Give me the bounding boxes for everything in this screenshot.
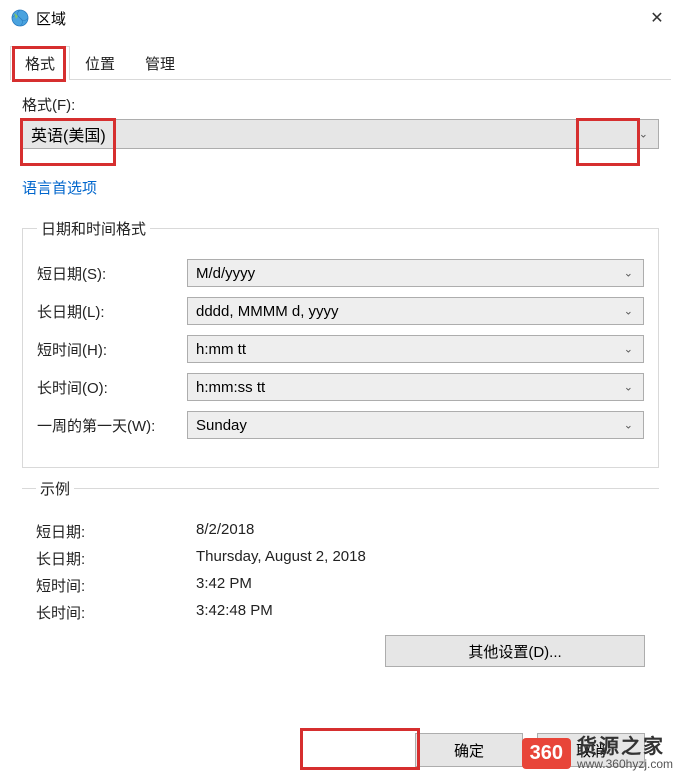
long-date-row: 长日期(L): dddd, MMMM d, yyyy ⌄	[37, 297, 644, 325]
long-time-label: 长时间(O):	[37, 377, 187, 398]
short-date-row: 短日期(S): M/d/yyyy ⌄	[37, 259, 644, 287]
short-time-label: 短时间(H):	[37, 339, 187, 360]
tab-format[interactable]: 格式	[10, 46, 70, 80]
chevron-down-icon: ⌄	[624, 305, 633, 318]
long-time-row: 长时间(O): h:mm:ss tt ⌄	[37, 373, 644, 401]
chevron-down-icon: ⌄	[624, 419, 633, 432]
short-time-dropdown[interactable]: h:mm tt ⌄	[187, 335, 644, 363]
example-long-time-value: 3:42:48 PM	[196, 602, 273, 623]
example-long-time: 长时间: 3:42:48 PM	[36, 602, 645, 623]
example-short-time-label: 短时间:	[36, 575, 196, 596]
short-date-label: 短日期(S):	[37, 263, 187, 284]
highlight-ok-button	[300, 728, 420, 770]
format-label: 格式(F):	[22, 94, 659, 115]
title-bar: 区域 ✕	[0, 0, 681, 36]
watermark: 360 货源之家 www.360hyzj.com	[522, 736, 673, 771]
tab-admin[interactable]: 管理	[130, 46, 190, 80]
format-dropdown[interactable]: 英语(美国) ⌄	[22, 119, 659, 149]
first-day-dropdown[interactable]: Sunday ⌄	[187, 411, 644, 439]
example-long-date-value: Thursday, August 2, 2018	[196, 548, 366, 569]
chevron-down-icon: ⌄	[624, 343, 633, 356]
datetime-group-legend: 日期和时间格式	[37, 218, 150, 239]
first-day-label: 一周的第一天(W):	[37, 415, 187, 436]
watermark-badge: 360	[522, 738, 571, 769]
datetime-format-group: 日期和时间格式 短日期(S): M/d/yyyy ⌄ 长日期(L): dddd,…	[22, 218, 659, 468]
window-title: 区域	[36, 8, 66, 29]
first-day-value: Sunday	[196, 417, 247, 434]
close-button[interactable]: ✕	[633, 0, 681, 36]
long-date-value: dddd, MMMM d, yyyy	[196, 303, 339, 320]
first-day-row: 一周的第一天(W): Sunday ⌄	[37, 411, 644, 439]
example-short-date-value: 8/2/2018	[196, 521, 254, 542]
globe-icon	[10, 8, 30, 28]
watermark-text: 货源之家 www.360hyzj.com	[577, 736, 673, 771]
long-time-dropdown[interactable]: h:mm:ss tt ⌄	[187, 373, 644, 401]
example-group: 示例 短日期: 8/2/2018 长日期: Thursday, August 2…	[22, 478, 659, 685]
ok-button[interactable]: 确定	[415, 733, 523, 767]
example-long-date-label: 长日期:	[36, 548, 196, 569]
tab-location[interactable]: 位置	[70, 46, 130, 80]
format-section: 格式(F): 英语(美国) ⌄	[22, 94, 659, 149]
example-short-time: 短时间: 3:42 PM	[36, 575, 645, 596]
short-time-row: 短时间(H): h:mm tt ⌄	[37, 335, 644, 363]
short-date-dropdown[interactable]: M/d/yyyy ⌄	[187, 259, 644, 287]
short-date-value: M/d/yyyy	[196, 265, 255, 282]
language-preferences-link[interactable]: 语言首选项	[22, 177, 97, 198]
chevron-down-icon: ⌄	[639, 128, 648, 141]
example-short-date-label: 短日期:	[36, 521, 196, 542]
long-date-label: 长日期(L):	[37, 301, 187, 322]
short-time-value: h:mm tt	[196, 341, 246, 358]
watermark-line1: 货源之家	[577, 736, 673, 758]
dialog-content: 格式 位置 管理 格式(F): 英语(美国) ⌄ 语言首选项 日期和时间格式 短…	[0, 36, 681, 705]
format-dropdown-value: 英语(美国)	[31, 122, 106, 146]
example-short-time-value: 3:42 PM	[196, 575, 252, 596]
example-short-date: 短日期: 8/2/2018	[36, 521, 645, 542]
chevron-down-icon: ⌄	[624, 267, 633, 280]
additional-settings-row: 其他设置(D)...	[36, 635, 645, 667]
long-time-value: h:mm:ss tt	[196, 379, 265, 396]
long-date-dropdown[interactable]: dddd, MMMM d, yyyy ⌄	[187, 297, 644, 325]
chevron-down-icon: ⌄	[624, 381, 633, 394]
additional-settings-button[interactable]: 其他设置(D)...	[385, 635, 645, 667]
example-long-date: 长日期: Thursday, August 2, 2018	[36, 548, 645, 569]
close-icon: ✕	[650, 8, 663, 28]
watermark-line2: www.360hyzj.com	[577, 758, 673, 771]
tab-strip: 格式 位置 管理	[10, 46, 671, 80]
example-legend: 示例	[36, 478, 74, 499]
example-long-time-label: 长时间:	[36, 602, 196, 623]
